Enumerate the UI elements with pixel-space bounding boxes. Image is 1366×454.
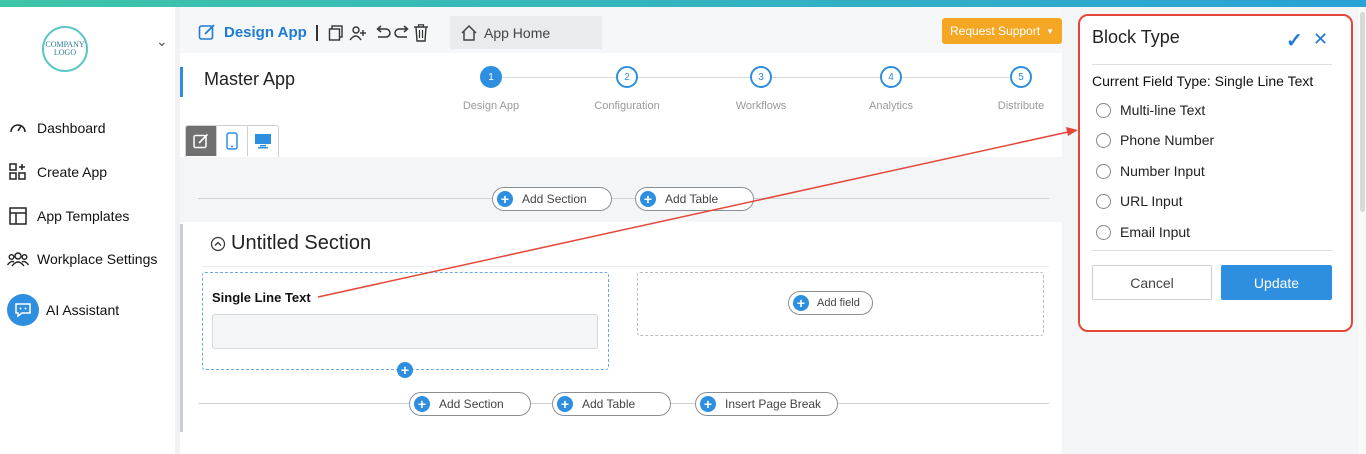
annotation-arrow	[317, 127, 1078, 298]
